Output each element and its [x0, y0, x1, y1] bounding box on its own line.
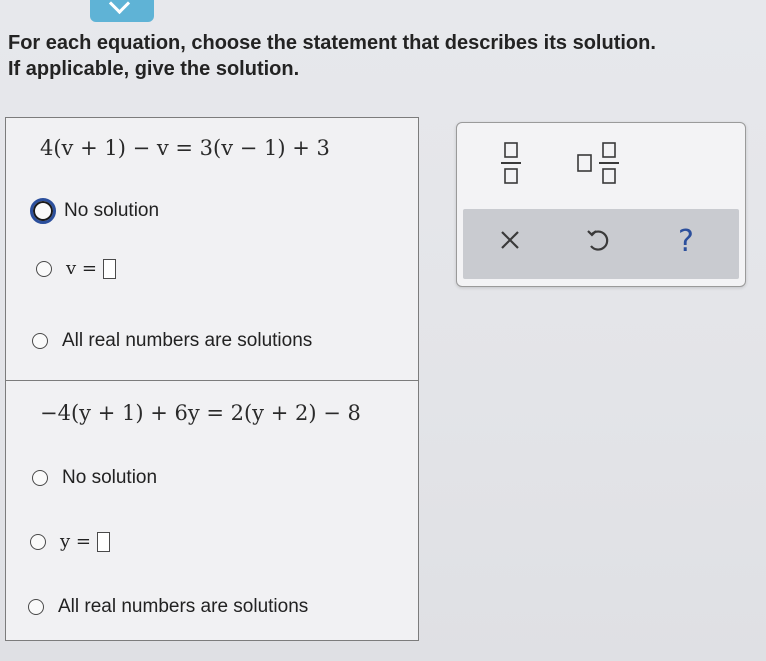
equation-1: 4(v + 1) − v = 3(v − 1) + 3 — [40, 136, 330, 160]
answer-input-1[interactable] — [102, 258, 116, 279]
mixed-number-icon — [577, 142, 619, 184]
undo-icon — [587, 230, 609, 251]
radio-button[interactable] — [32, 333, 48, 349]
problems-panel: 4(v + 1) − v = 3(v − 1) + 3 No solution … — [5, 117, 419, 641]
fraction-button[interactable] — [499, 141, 523, 185]
question-prompt: For each equation, choose the statement … — [8, 30, 763, 82]
answer-input-2[interactable] — [96, 531, 110, 552]
chevron-down-icon — [108, 0, 131, 15]
math-toolbar: ? — [456, 122, 746, 287]
fraction-icon — [501, 142, 521, 184]
option-label: No solution — [62, 467, 158, 488]
problem-1: 4(v + 1) − v = 3(v − 1) + 3 No solution … — [6, 118, 418, 381]
help-button[interactable]: ? — [671, 223, 701, 259]
prompt-line-1: For each equation, choose the statement … — [8, 32, 656, 54]
option-no-solution-2[interactable]: No solution — [32, 467, 157, 489]
prompt-line-2: If applicable, give the solution. — [8, 58, 300, 80]
option-label: All real numbers are solutions — [62, 330, 313, 351]
option-no-solution-1[interactable]: No solution — [30, 198, 159, 224]
option-all-real-2[interactable]: All real numbers are solutions — [28, 596, 308, 618]
radio-button[interactable] — [32, 470, 48, 486]
option-variable-value-2[interactable]: y = — [30, 531, 110, 552]
radio-button-selected[interactable] — [30, 198, 56, 224]
undo-button[interactable] — [583, 225, 613, 255]
collapse-tab[interactable] — [90, 0, 154, 22]
help-icon: ? — [678, 223, 694, 259]
option-all-real-1[interactable]: All real numbers are solutions — [32, 330, 312, 352]
mixed-number-button[interactable] — [575, 141, 627, 185]
variable-label: v = — [66, 258, 97, 279]
option-variable-value-1[interactable]: v = — [36, 258, 116, 279]
equation-2: −4(y + 1) + 6y = 2(y + 2) − 8 — [40, 401, 361, 425]
problem-2: −4(y + 1) + 6y = 2(y + 2) − 8 No solutio… — [6, 381, 418, 640]
variable-label: y = — [60, 531, 91, 552]
radio-button[interactable] — [30, 533, 46, 550]
option-label: No solution — [64, 200, 160, 221]
clear-button[interactable] — [497, 227, 523, 253]
radio-button[interactable] — [28, 599, 44, 615]
option-label: All real numbers are solutions — [58, 596, 309, 617]
radio-button[interactable] — [36, 260, 52, 277]
clear-icon — [501, 231, 519, 249]
